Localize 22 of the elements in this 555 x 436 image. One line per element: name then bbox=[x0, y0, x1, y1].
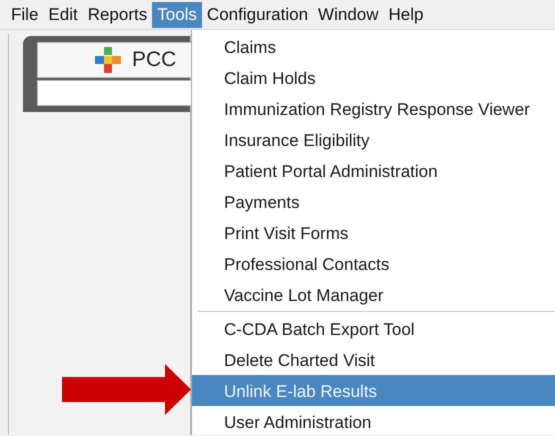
menu-item[interactable]: Delete Charted Visit bbox=[192, 344, 555, 375]
menu-item[interactable]: Help bbox=[384, 2, 428, 28]
menu-item[interactable]: Reports bbox=[82, 2, 152, 28]
selector-field[interactable] bbox=[37, 80, 191, 106]
menu-item[interactable]: Configuration bbox=[202, 2, 314, 28]
menu-item[interactable]: File bbox=[6, 2, 44, 28]
plus-logo-icon bbox=[94, 46, 122, 74]
menu-item[interactable]: Insurance Eligibility bbox=[192, 124, 555, 155]
menu-item[interactable]: User Administration bbox=[192, 406, 555, 436]
menu-item[interactable]: Window bbox=[313, 2, 384, 28]
menu-item[interactable]: Professional Contacts bbox=[192, 248, 555, 279]
menu-item[interactable]: Tools bbox=[152, 2, 202, 28]
menu-item[interactable]: Patient Portal Administration bbox=[192, 155, 555, 186]
menu-item[interactable]: Print Visit Forms bbox=[192, 217, 555, 248]
menu-item[interactable]: Immunization Registry Response Viewer bbox=[192, 93, 555, 124]
menu-item[interactable]: Edit bbox=[43, 2, 83, 28]
menu-item[interactable]: Claim Holds bbox=[192, 62, 555, 93]
menu-item[interactable]: Vaccine Lot Manager bbox=[192, 279, 555, 310]
menu-item[interactable]: C-CDA Batch Export Tool bbox=[192, 313, 555, 344]
launcher-button[interactable]: PCC bbox=[37, 42, 191, 78]
menu-item[interactable]: Claims bbox=[192, 31, 555, 62]
menu-item[interactable]: Payments bbox=[192, 186, 555, 217]
